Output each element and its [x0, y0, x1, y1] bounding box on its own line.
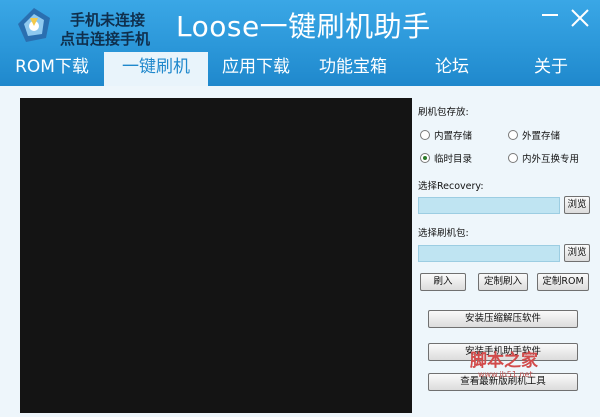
radio-swap-storage[interactable]: 内外互换专用	[508, 151, 579, 165]
radio-dot	[508, 130, 518, 140]
install-unzip-software-button[interactable]: 安装压缩解压软件	[428, 310, 578, 328]
connect-phone-link[interactable]: 点击连接手机	[60, 28, 150, 49]
custom-rom-button[interactable]: 定制ROM	[537, 273, 589, 291]
flash-button[interactable]: 刷入	[420, 273, 466, 291]
console-output	[20, 98, 412, 413]
minimize-icon[interactable]	[540, 6, 558, 26]
app-logo-icon[interactable]	[14, 6, 54, 46]
tab-about[interactable]: 关于	[502, 52, 600, 86]
tab-forum[interactable]: 论坛	[402, 52, 502, 86]
radio-dot	[508, 153, 518, 163]
radio-external-storage[interactable]: 外置存储	[508, 128, 560, 142]
app-window: 手机未连接 点击连接手机 Loose一键刷机助手 ROM下载 一键刷机 应用下载…	[0, 0, 600, 417]
app-title: Loose一键刷机助手	[176, 10, 431, 43]
watermark-url: www.jb51.net	[478, 370, 533, 379]
storage-label: 刷机包存放:	[418, 107, 469, 118]
browse-recovery-button[interactable]: 浏览	[564, 196, 590, 214]
browse-package-button[interactable]: 浏览	[564, 244, 590, 262]
tab-one-click-flash[interactable]: 一键刷机	[104, 52, 208, 86]
tab-toolbox[interactable]: 功能宝箱	[304, 52, 402, 86]
tab-bar: ROM下载 一键刷机 应用下载 功能宝箱 论坛 关于	[0, 52, 600, 86]
radio-internal-storage[interactable]: 内置存储	[420, 128, 472, 142]
close-icon[interactable]	[568, 6, 592, 30]
tab-rom-download[interactable]: ROM下载	[0, 52, 104, 86]
radio-label: 外置存储	[522, 131, 561, 142]
radio-label: 内外互换专用	[522, 154, 580, 165]
radio-dot-selected	[420, 153, 430, 163]
package-label: 选择刷机包:	[418, 228, 469, 239]
radio-temp-directory[interactable]: 临时目录	[420, 151, 472, 165]
radio-label: 内置存储	[434, 131, 473, 142]
recovery-path-input[interactable]	[418, 197, 560, 214]
watermark-text: 脚本之家	[470, 351, 538, 371]
custom-flash-button[interactable]: 定制刷入	[478, 273, 528, 291]
connection-status[interactable]: 手机未连接	[70, 9, 145, 30]
recovery-label: 选择Recovery:	[418, 181, 484, 192]
package-path-input[interactable]	[418, 245, 560, 262]
radio-label: 临时目录	[434, 154, 473, 165]
header: 手机未连接 点击连接手机 Loose一键刷机助手 ROM下载 一键刷机 应用下载…	[0, 0, 600, 86]
tab-app-download[interactable]: 应用下载	[208, 52, 304, 86]
radio-dot	[420, 130, 430, 140]
